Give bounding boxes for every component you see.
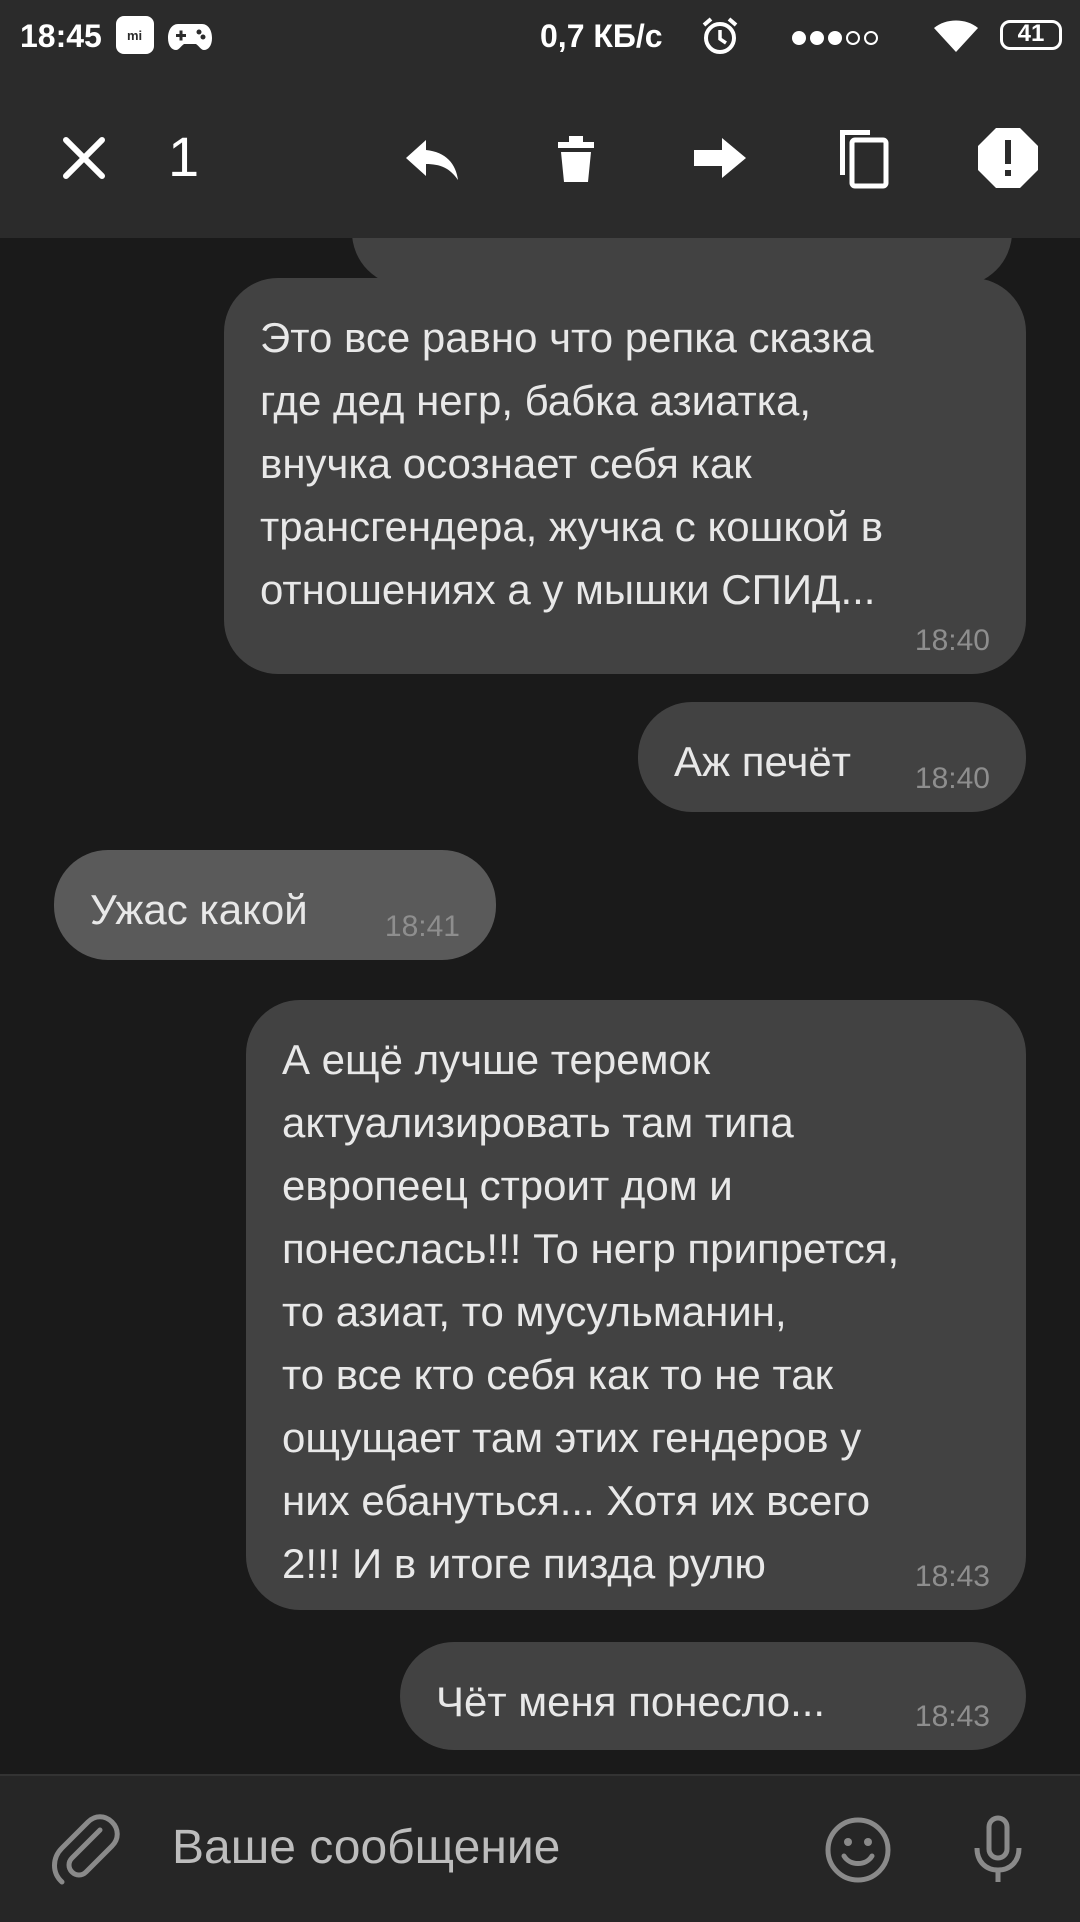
message-input-bar: Ваше сообщение bbox=[0, 1774, 1080, 1922]
copy-icon[interactable] bbox=[826, 122, 898, 194]
selected-count: 1 bbox=[168, 125, 200, 188]
signal-dots-icon bbox=[790, 22, 882, 59]
mi-app-icon: mi bbox=[116, 16, 154, 54]
message-text: Аж печёт bbox=[674, 738, 851, 785]
message-input[interactable]: Ваше сообщение bbox=[172, 1820, 560, 1875]
wifi-icon bbox=[934, 18, 978, 62]
delete-icon[interactable] bbox=[540, 122, 612, 194]
alarm-icon bbox=[700, 16, 740, 64]
forward-icon[interactable] bbox=[684, 122, 756, 194]
message-text: А ещё лучше теремок актуализировать там … bbox=[282, 1036, 900, 1587]
battery-level: 41 bbox=[1017, 20, 1045, 47]
message-bubble-outgoing[interactable]: Это все равно что репка сказка где дед н… bbox=[224, 278, 1026, 674]
message-bubble-outgoing[interactable]: Чёт меня понесло... 18:43 bbox=[400, 1642, 1026, 1750]
message-time: 18:41 bbox=[384, 910, 460, 943]
selection-action-bar: 1 bbox=[0, 78, 1080, 238]
message-time: 18:43 bbox=[914, 1700, 990, 1733]
message-bubble-outgoing[interactable]: А ещё лучше теремок актуализировать там … bbox=[246, 1000, 1026, 1610]
report-icon[interactable] bbox=[972, 122, 1044, 194]
gamepad-icon bbox=[168, 20, 212, 60]
network-speed: 0,7 КБ/с bbox=[540, 18, 663, 54]
message-text: Чёт меня понесло... bbox=[436, 1678, 826, 1725]
reply-icon[interactable] bbox=[396, 122, 468, 194]
message-bubble-incoming[interactable]: Ужас какой 18:41 bbox=[54, 850, 496, 960]
message-list[interactable]: Это все равно что репка сказка где дед н… bbox=[0, 238, 1080, 1774]
microphone-icon[interactable] bbox=[960, 1812, 1036, 1888]
mi-badge-text: mi bbox=[127, 28, 143, 43]
attach-icon[interactable] bbox=[48, 1812, 124, 1888]
message-time: 18:43 bbox=[914, 1560, 990, 1593]
message-text: Ужас какой bbox=[90, 886, 308, 933]
emoji-icon[interactable] bbox=[820, 1812, 896, 1888]
status-bar: 18:45 mi 0,7 КБ/с 41 bbox=[0, 0, 1080, 78]
message-time: 18:40 bbox=[914, 762, 990, 795]
close-icon[interactable] bbox=[48, 122, 120, 194]
battery-icon: 41 bbox=[1000, 20, 1062, 50]
message-text: Это все равно что репка сказка где дед н… bbox=[260, 314, 884, 613]
message-time: 18:40 bbox=[914, 624, 990, 657]
status-time: 18:45 bbox=[20, 18, 102, 54]
message-bubble-outgoing[interactable]: Аж печёт 18:40 bbox=[638, 702, 1026, 812]
